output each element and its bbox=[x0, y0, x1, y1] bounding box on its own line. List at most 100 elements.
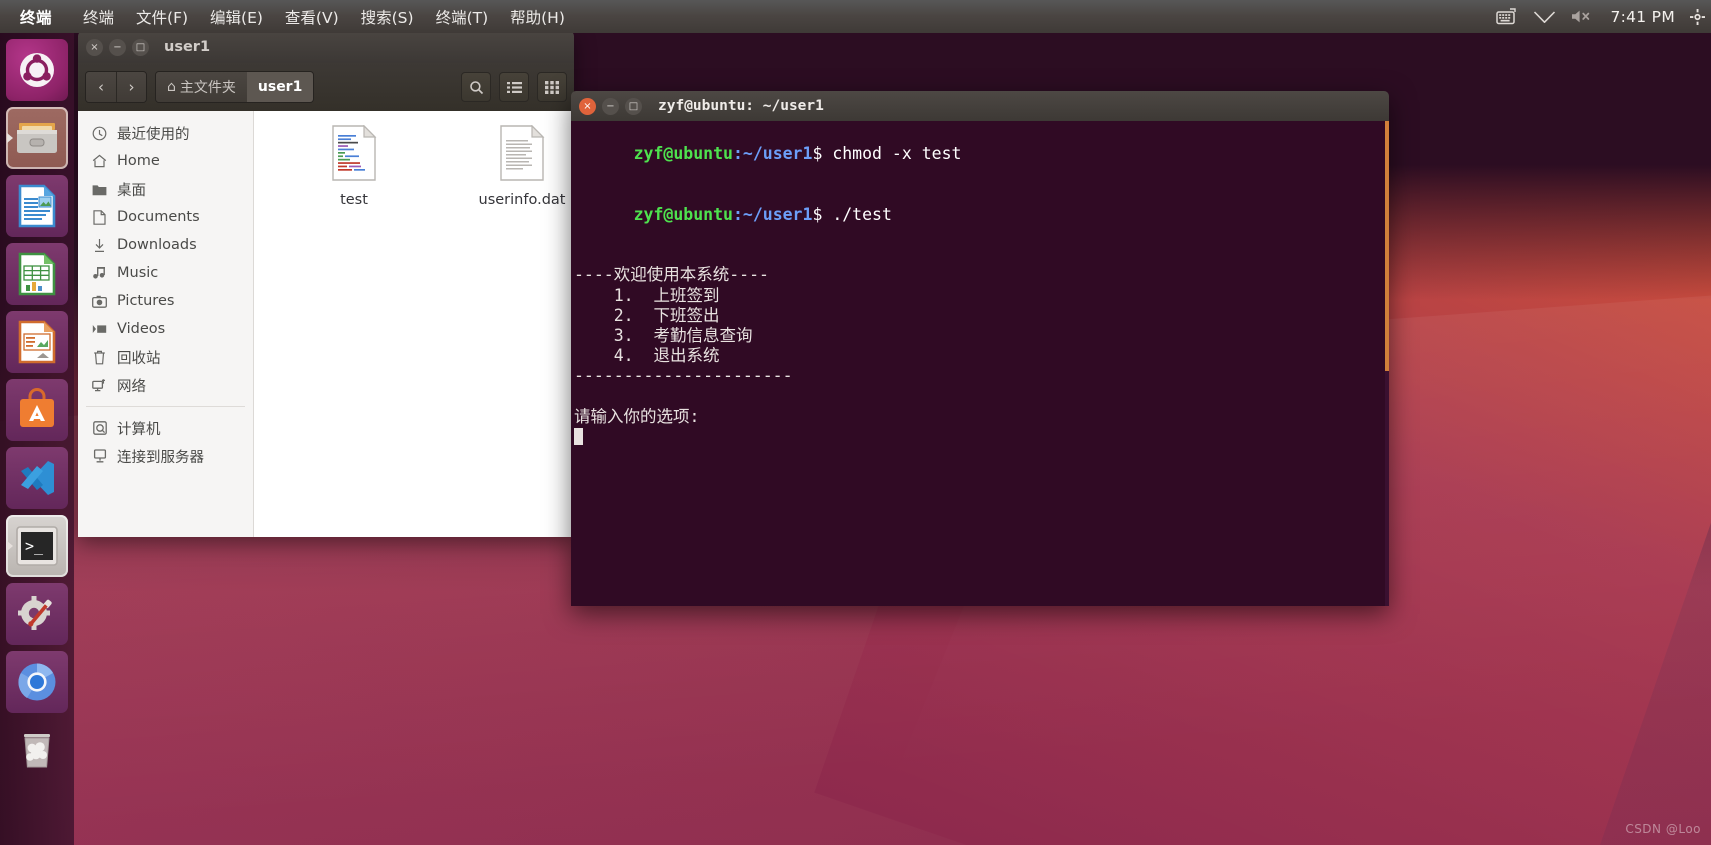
minimize-icon[interactable]: − bbox=[602, 97, 619, 115]
sidebar-item-documents[interactable]: Documents bbox=[78, 203, 253, 231]
trash-icon bbox=[91, 349, 108, 366]
trash-icon[interactable] bbox=[6, 719, 68, 781]
terminal-title: zyf@ubuntu: ~/user1 bbox=[658, 98, 824, 114]
wifi-icon[interactable] bbox=[1533, 9, 1556, 24]
breadcrumb-home[interactable]: ⌂ 主文件夹 bbox=[156, 72, 247, 102]
terminal-window: × − □ zyf@ubuntu: ~/user1 zyf@ubuntu:~/u… bbox=[571, 91, 1389, 606]
camera-icon bbox=[91, 293, 108, 310]
panel-app-name[interactable]: 终端 bbox=[0, 6, 72, 28]
sidebar-label-videos: Videos bbox=[117, 321, 166, 337]
menu-edit[interactable]: 编辑(E) bbox=[199, 3, 274, 31]
terminal-menu-option-1: 1. 上班签到 bbox=[574, 285, 720, 305]
system-tray: 7:41 PM bbox=[1496, 8, 1711, 26]
minimize-icon[interactable]: − bbox=[109, 38, 126, 56]
unity-launcher: >_ bbox=[0, 33, 74, 845]
terminal-scrollbar-thumb[interactable] bbox=[1385, 121, 1389, 371]
panel-clock[interactable]: 7:41 PM bbox=[1610, 8, 1675, 26]
grid-view-icon[interactable] bbox=[537, 72, 567, 102]
breadcrumb-home-label: 主文件夹 bbox=[179, 80, 236, 96]
menu-file[interactable]: 文件(F) bbox=[125, 3, 199, 31]
volume-muted-icon[interactable] bbox=[1571, 9, 1595, 24]
sidebar-item-trash[interactable]: 回收站 bbox=[78, 343, 253, 371]
sidebar-item-network[interactable]: 网络 bbox=[78, 371, 253, 399]
close-icon[interactable]: × bbox=[86, 38, 103, 56]
sidebar-label-documents: Documents bbox=[117, 209, 200, 225]
breadcrumb-user1[interactable]: user1 bbox=[246, 72, 314, 102]
sidebar-item-home[interactable]: Home bbox=[78, 147, 253, 175]
clock-icon bbox=[91, 125, 108, 142]
sidebar-label-desktop: 桌面 bbox=[117, 182, 146, 199]
file-manager-sidebar: 最近使用的 Home 桌面 Documents Downloads Music … bbox=[78, 111, 254, 537]
launcher-running-arrow-left-terminal bbox=[7, 541, 13, 551]
close-icon[interactable]: × bbox=[579, 97, 596, 115]
chromium-icon[interactable] bbox=[6, 651, 68, 713]
sidebar-item-desktop[interactable]: 桌面 bbox=[78, 175, 253, 203]
search-icon[interactable] bbox=[461, 72, 491, 102]
terminal-cursor bbox=[574, 428, 583, 446]
sidebar-item-videos[interactable]: Videos bbox=[78, 315, 253, 343]
terminal-command-2: ./test bbox=[832, 204, 892, 224]
home-icon bbox=[91, 153, 108, 170]
file-manager-titlebar[interactable]: × − □ user1 bbox=[78, 31, 574, 63]
terminal-blank-2 bbox=[574, 387, 1389, 407]
terminal-output[interactable]: zyf@ubuntu:~/user1$ chmod -x test zyf@ub… bbox=[571, 121, 1389, 606]
script-file-icon bbox=[331, 124, 377, 185]
back-button[interactable]: ‹ bbox=[86, 72, 116, 102]
keyboard-icon[interactable] bbox=[1496, 8, 1518, 25]
download-icon bbox=[91, 237, 108, 254]
computer-icon bbox=[91, 420, 108, 437]
forward-button[interactable]: › bbox=[116, 72, 146, 102]
prompt-path-1: :~/user1 bbox=[732, 144, 813, 164]
terminal-line-prompt-2: zyf@ubuntu:~/user1$ ./test bbox=[574, 185, 1389, 246]
terminal-cursor-line bbox=[574, 427, 1389, 447]
vscode-icon[interactable] bbox=[6, 447, 68, 509]
libreoffice-writer-icon[interactable] bbox=[6, 175, 68, 237]
sidebar-item-computer[interactable]: 计算机 bbox=[78, 414, 253, 442]
menu-terminal-t[interactable]: 终端(T) bbox=[425, 3, 500, 31]
sidebar-label-pictures: Pictures bbox=[117, 293, 175, 309]
sidebar-item-connect-server[interactable]: 连接到服务器 bbox=[78, 442, 253, 470]
terminal-scrollbar[interactable] bbox=[1385, 121, 1389, 606]
ubuntu-dash-icon[interactable] bbox=[6, 39, 68, 101]
system-settings-icon[interactable] bbox=[6, 583, 68, 645]
file-manager-title: user1 bbox=[164, 39, 211, 55]
file-label-userinfo: userinfo.dat bbox=[478, 192, 566, 208]
prompt-user-1: zyf@ubuntu bbox=[633, 144, 733, 164]
network-icon bbox=[91, 377, 108, 394]
prompt-path-2: :~/user1 bbox=[732, 204, 813, 224]
menu-help[interactable]: 帮助(H) bbox=[499, 3, 576, 31]
list-view-icon[interactable] bbox=[499, 72, 529, 102]
menu-terminal[interactable]: 终端 bbox=[72, 3, 125, 31]
terminal-menu-option-3: 3. 考勤信息查询 bbox=[574, 326, 753, 346]
sidebar-item-pictures[interactable]: Pictures bbox=[78, 287, 253, 315]
menu-search[interactable]: 搜索(S) bbox=[350, 3, 425, 31]
terminal-banner: ----欢迎使用本系统---- bbox=[574, 265, 769, 285]
terminal-icon[interactable]: >_ bbox=[6, 515, 68, 577]
sidebar-item-recent[interactable]: 最近使用的 bbox=[78, 119, 253, 147]
terminal-titlebar[interactable]: × − □ zyf@ubuntu: ~/user1 bbox=[571, 91, 1389, 121]
file-manager-body: 最近使用的 Home 桌面 Documents Downloads Music … bbox=[78, 111, 574, 537]
text-file-icon bbox=[499, 124, 545, 185]
file-item-userinfo[interactable]: userinfo.dat bbox=[470, 124, 574, 208]
menu-view[interactable]: 查看(V) bbox=[274, 3, 350, 31]
launcher-running-arrow-left bbox=[7, 133, 13, 143]
file-item-test[interactable]: test bbox=[302, 124, 406, 208]
maximize-icon[interactable]: □ bbox=[132, 38, 149, 56]
ubuntu-software-icon[interactable] bbox=[6, 379, 68, 441]
sidebar-item-downloads[interactable]: Downloads bbox=[78, 231, 253, 259]
files-icon[interactable] bbox=[6, 107, 68, 169]
toolbar-right bbox=[461, 72, 567, 102]
prompt-user-2: zyf@ubuntu bbox=[633, 204, 733, 224]
music-icon bbox=[91, 265, 108, 282]
libreoffice-impress-icon[interactable] bbox=[6, 311, 68, 373]
gear-icon[interactable] bbox=[1690, 8, 1705, 25]
sidebar-item-music[interactable]: Music bbox=[78, 259, 253, 287]
terminal-input-prompt: 请输入你的选项: bbox=[574, 406, 700, 426]
sidebar-label-music: Music bbox=[117, 265, 159, 281]
file-manager-window: × − □ user1 ‹ › ⌂ 主文件夹 user1 最近使用的 Home … bbox=[78, 31, 574, 537]
document-icon bbox=[91, 209, 108, 226]
maximize-icon[interactable]: □ bbox=[625, 97, 642, 115]
server-icon bbox=[91, 448, 108, 465]
libreoffice-calc-icon[interactable] bbox=[6, 243, 68, 305]
prompt-dollar-1: $ bbox=[812, 144, 833, 164]
